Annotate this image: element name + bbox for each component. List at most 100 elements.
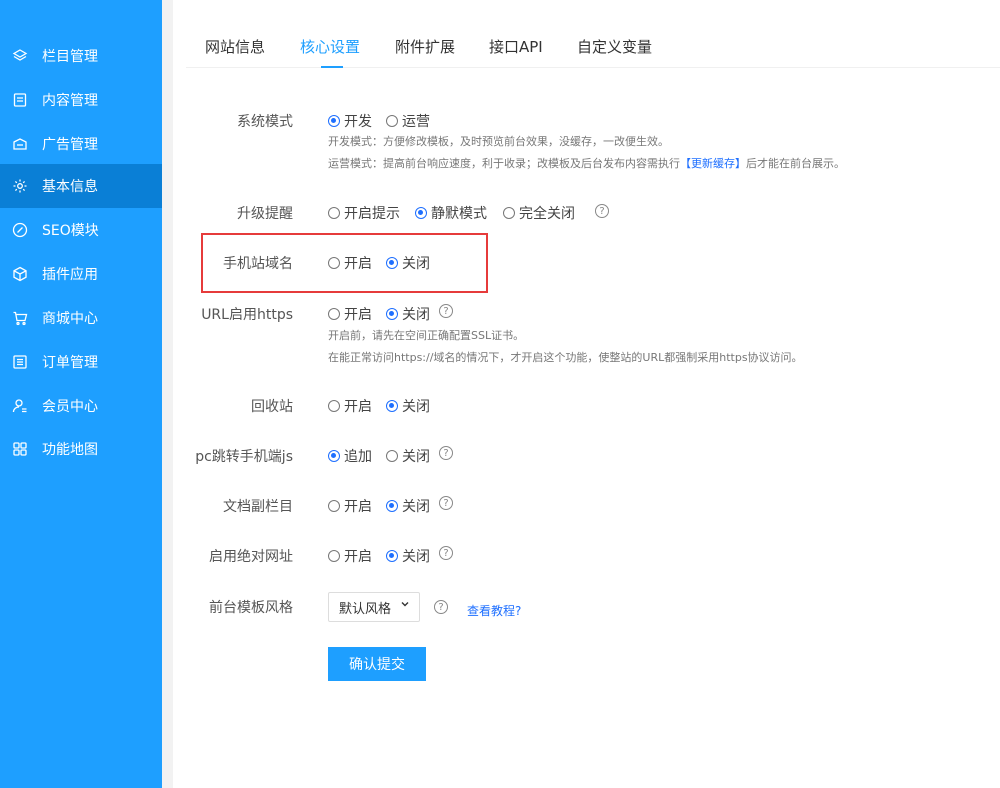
radio-unchecked-icon bbox=[328, 550, 340, 562]
radio-checked-icon bbox=[415, 207, 427, 219]
sidebar-item-basic-info[interactable]: 基本信息 bbox=[0, 164, 162, 208]
tab-attachment-extension[interactable]: 附件扩展 bbox=[395, 36, 455, 57]
sidebar-item-orders[interactable]: 订单管理 bbox=[0, 340, 162, 384]
sidebar-item-label: SEO模块 bbox=[42, 223, 99, 239]
sidebar-item-content-management[interactable]: 内容管理 bbox=[0, 78, 162, 122]
radio-checked-icon bbox=[328, 115, 340, 127]
list-icon bbox=[12, 354, 28, 370]
absolute-url-option-on[interactable]: 开启 bbox=[328, 546, 372, 566]
radio-checked-icon bbox=[386, 257, 398, 269]
upgrade-notice-option-silent[interactable]: 静默模式 bbox=[415, 203, 487, 223]
doc-subcolumn-label: 文档副栏目 bbox=[223, 499, 293, 515]
option-label: 开启 bbox=[344, 549, 372, 565]
system-mode-hint-dev: 开发模式：方便修改模板，及时预览前台效果，没缓存，一改便生效。 bbox=[328, 135, 669, 148]
upgrade-notice-help-icon[interactable]: ? bbox=[595, 204, 609, 218]
radio-unchecked-icon bbox=[328, 400, 340, 412]
pc-redirect-js-option-off[interactable]: 关闭 bbox=[386, 446, 430, 466]
doc-subcolumn-option-on[interactable]: 开启 bbox=[328, 496, 372, 516]
system-mode-option-dev[interactable]: 开发 bbox=[328, 111, 372, 131]
option-label: 开启提示 bbox=[344, 206, 400, 222]
absolute-url-help-icon[interactable]: ? bbox=[439, 546, 453, 560]
update-cache-link[interactable]: 【更新缓存】 bbox=[680, 157, 746, 170]
option-label: 关闭 bbox=[402, 499, 430, 515]
radio-unchecked-icon bbox=[503, 207, 515, 219]
mobile-domain-option-on[interactable]: 开启 bbox=[328, 253, 372, 273]
megaphone-icon bbox=[12, 136, 28, 152]
recycle-bin-label: 回收站 bbox=[251, 399, 293, 415]
radio-unchecked-icon bbox=[328, 308, 340, 320]
active-tab-indicator bbox=[321, 66, 343, 68]
tab-site-info[interactable]: 网站信息 bbox=[205, 36, 265, 57]
url-https-hint-ssl: 开启前，请先在空间正确配置SSL证书。 bbox=[328, 329, 525, 342]
absolute-url-label: 启用绝对网址 bbox=[209, 549, 293, 565]
chevron-down-icon bbox=[400, 599, 410, 612]
radio-unchecked-icon bbox=[328, 207, 340, 219]
option-label: 追加 bbox=[344, 449, 372, 465]
pc-redirect-js-label: pc跳转手机端js bbox=[195, 449, 293, 465]
sidebar-item-seo[interactable]: SEO模块 bbox=[0, 208, 162, 252]
mobile-domain-option-off[interactable]: 关闭 bbox=[386, 253, 430, 273]
url-https-option-off[interactable]: 关闭 bbox=[386, 304, 430, 324]
radio-checked-icon bbox=[386, 400, 398, 412]
tab-bar bbox=[186, 0, 1000, 68]
hint-text: 后才能在前台展示。 bbox=[746, 157, 845, 170]
radio-unchecked-icon bbox=[328, 500, 340, 512]
hint-text: 运营模式：提高前台响应速度，利于收录；改模板及后台发布内容需执行 bbox=[328, 157, 680, 170]
sidebar: 栏目管理 内容管理 广告管理 基本信息 SEO模块 插件应用 商城中心 订单管理… bbox=[0, 0, 162, 788]
doc-subcolumn-help-icon[interactable]: ? bbox=[439, 496, 453, 510]
main-panel bbox=[173, 0, 1000, 788]
template-style-select[interactable]: 默认风格 bbox=[328, 592, 420, 622]
mobile-domain-label: 手机站域名 bbox=[223, 256, 293, 272]
option-label: 完全关闭 bbox=[519, 206, 575, 222]
sidebar-item-label: 基本信息 bbox=[42, 179, 98, 195]
link-icon bbox=[12, 222, 28, 238]
sidebar-item-feature-map[interactable]: 功能地图 bbox=[0, 427, 162, 471]
option-label: 关闭 bbox=[402, 256, 430, 272]
upgrade-notice-option-prompt[interactable]: 开启提示 bbox=[328, 203, 400, 223]
tab-api[interactable]: 接口API bbox=[489, 36, 543, 57]
sidebar-item-label: 会员中心 bbox=[42, 399, 98, 415]
system-mode-hint-ops: 运营模式：提高前台响应速度，利于收录；改模板及后台发布内容需执行【更新缓存】后才… bbox=[328, 155, 845, 171]
grid-icon bbox=[12, 441, 28, 457]
sidebar-item-label: 广告管理 bbox=[42, 137, 98, 153]
sidebar-item-label: 栏目管理 bbox=[42, 49, 98, 65]
tab-core-settings[interactable]: 核心设置 bbox=[300, 36, 360, 57]
option-label: 开启 bbox=[344, 256, 372, 272]
radio-unchecked-icon bbox=[386, 115, 398, 127]
sidebar-item-mall[interactable]: 商城中心 bbox=[0, 296, 162, 340]
recycle-bin-option-on[interactable]: 开启 bbox=[328, 396, 372, 416]
url-https-help-icon[interactable]: ? bbox=[439, 304, 453, 318]
cart-icon bbox=[12, 310, 28, 326]
system-mode-option-ops[interactable]: 运营 bbox=[386, 111, 430, 131]
doc-subcolumn-option-off[interactable]: 关闭 bbox=[386, 496, 430, 516]
sidebar-item-label: 功能地图 bbox=[42, 442, 98, 458]
pc-redirect-js-help-icon[interactable]: ? bbox=[439, 446, 453, 460]
content-gutter bbox=[162, 0, 173, 788]
template-style-help-icon[interactable]: ? bbox=[434, 600, 448, 614]
radio-unchecked-icon bbox=[386, 450, 398, 462]
option-label: 开启 bbox=[344, 307, 372, 323]
option-label: 运营 bbox=[402, 114, 430, 130]
view-tutorial-link[interactable]: 查看教程? bbox=[467, 602, 521, 619]
url-https-label: URL启用https bbox=[201, 307, 293, 323]
submit-button[interactable]: 确认提交 bbox=[328, 647, 426, 681]
option-label: 关闭 bbox=[402, 307, 430, 323]
radio-unchecked-icon bbox=[328, 257, 340, 269]
tab-custom-variables[interactable]: 自定义变量 bbox=[577, 36, 652, 57]
gear-icon bbox=[12, 178, 28, 194]
url-https-option-on[interactable]: 开启 bbox=[328, 304, 372, 324]
url-https-hint-force: 在能正常访问https://域名的情况下，才开启这个功能，使整站的URL都强制采… bbox=[328, 351, 803, 364]
sidebar-item-plugins[interactable]: 插件应用 bbox=[0, 252, 162, 296]
recycle-bin-option-off[interactable]: 关闭 bbox=[386, 396, 430, 416]
sidebar-item-members[interactable]: 会员中心 bbox=[0, 384, 162, 428]
radio-checked-icon bbox=[328, 450, 340, 462]
option-label: 开发 bbox=[344, 114, 372, 130]
sidebar-item-ad-management[interactable]: 广告管理 bbox=[0, 122, 162, 166]
pc-redirect-js-option-append[interactable]: 追加 bbox=[328, 446, 372, 466]
select-value: 默认风格 bbox=[339, 601, 392, 617]
absolute-url-option-off[interactable]: 关闭 bbox=[386, 546, 430, 566]
option-label: 开启 bbox=[344, 399, 372, 415]
sidebar-item-column-management[interactable]: 栏目管理 bbox=[0, 34, 162, 78]
sidebar-item-label: 插件应用 bbox=[42, 267, 98, 283]
upgrade-notice-option-off[interactable]: 完全关闭 bbox=[503, 203, 575, 223]
